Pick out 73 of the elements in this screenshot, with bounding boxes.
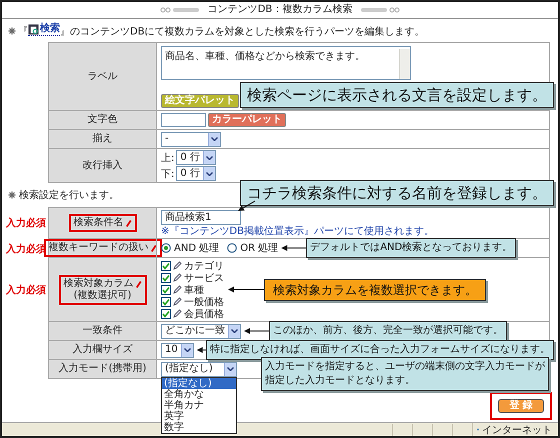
- field-label: 文字色: [88, 114, 118, 126]
- window-title: コンテンツDB：複数カラム検索: [208, 4, 352, 16]
- intro-text: 『 検索』のコンテンツDBにて複数カラムを対象とした検索を行うパーツを編集します。: [18, 23, 425, 39]
- option-label: サービス: [184, 272, 224, 284]
- required-mark-icon: [150, 244, 156, 252]
- field-label: 揃え: [92, 133, 112, 145]
- status-zone: インターネット: [482, 424, 552, 436]
- caret-icon: [206, 156, 213, 160]
- callout-text: このほか、前方、後方、完全一致が選択可能です。: [273, 324, 503, 338]
- callout-text: 検索ページに表示される文言を設定します。: [247, 85, 547, 106]
- select-field[interactable]: 10: [161, 342, 194, 358]
- field-note: ※『コンテンツDB掲載位置表示』パーツにて使用されます。: [161, 226, 435, 237]
- field-label: 検索条件名: [74, 217, 124, 229]
- dropdown-option[interactable]: (指定なし): [162, 378, 236, 388]
- text-area[interactable]: 商品名、車種、価格などから検索できます。: [161, 46, 411, 80]
- field-label: 改行挿入: [82, 160, 122, 172]
- field-label: ラベル: [88, 70, 118, 82]
- text-area-value: 商品名、車種、価格などから検索できます。: [165, 50, 365, 64]
- callout-text: 指定した入力モードとなります。: [265, 374, 416, 388]
- select-field[interactable]: -: [161, 132, 221, 146]
- required-tag: 入力必須: [6, 216, 46, 230]
- page-icon: [28, 24, 39, 35]
- option-label: カテゴリ: [184, 260, 224, 272]
- section-heading: 検索設定を行います。: [19, 188, 119, 202]
- required-mark-icon: [124, 219, 132, 227]
- option-label: 一般価格: [184, 296, 224, 308]
- bullet-icon: [8, 191, 16, 199]
- field-label: 入力モード(携帯用): [58, 363, 146, 375]
- field-label: 一致条件: [82, 325, 122, 337]
- checkbox[interactable]: [161, 308, 171, 318]
- field-label: (複数選択可): [74, 290, 132, 302]
- caret-icon: [227, 367, 234, 371]
- dropdown-option[interactable]: 数字: [162, 422, 236, 432]
- scrollbar[interactable]: [399, 49, 410, 79]
- radio-button[interactable]: [161, 243, 171, 253]
- bullet-icon: [8, 27, 16, 35]
- caret-icon: [206, 172, 213, 176]
- required-mark-icon: [134, 280, 142, 288]
- ornament-icon: [360, 7, 400, 13]
- select-field[interactable]: 0 行: [176, 150, 216, 165]
- callout-text: 検索対象カラムを複数選択できます。: [273, 282, 477, 298]
- field-prefix: 上:: [161, 152, 174, 164]
- checkbox[interactable]: [161, 272, 171, 282]
- caret-icon: [231, 329, 238, 333]
- field-label: 複数キーワードの扱い: [48, 242, 148, 254]
- checkbox[interactable]: [161, 260, 171, 270]
- caret-icon: [184, 348, 191, 352]
- ornament-icon: [160, 7, 200, 13]
- callout-text: コチラ検索条件に対する名前を登録します。: [247, 183, 547, 204]
- parts-link[interactable]: 検索: [28, 23, 60, 36]
- callout-text: 特に指定しなければ、画面サイズに合った入力フォームサイズになります。: [210, 343, 550, 357]
- caret-icon: [211, 137, 218, 141]
- select-field[interactable]: 0 行: [176, 166, 216, 181]
- option-label: 車種: [184, 284, 204, 296]
- callout-text: デフォルトではAND検索となっております。: [310, 241, 512, 255]
- option-label: 会員価格: [184, 308, 224, 320]
- checkbox[interactable]: [161, 296, 171, 306]
- dropdown-option[interactable]: 英字: [162, 410, 236, 422]
- text-field[interactable]: 商品検索1: [161, 210, 241, 225]
- option-label: OR 処理: [240, 242, 278, 255]
- radio-button[interactable]: [227, 243, 238, 253]
- field-label: 検索対象カラム: [64, 278, 134, 290]
- checkbox[interactable]: [161, 284, 171, 294]
- required-tag: 入力必須: [6, 283, 46, 297]
- select-field[interactable]: (指定なし): [161, 362, 237, 376]
- callout-text: 入力モードを指定すると、ユーザの端末側の文字入力モードが: [265, 360, 545, 374]
- field-prefix: 下:: [161, 168, 174, 180]
- dropdown-option[interactable]: 全角かな: [162, 388, 236, 400]
- color-field[interactable]: [161, 113, 206, 127]
- field-label: 入力欄サイズ: [72, 344, 132, 356]
- select-field[interactable]: どこかに一致: [161, 324, 241, 338]
- dropdown-option[interactable]: 半角カナ: [162, 400, 236, 410]
- option-label: AND 処理: [174, 242, 220, 255]
